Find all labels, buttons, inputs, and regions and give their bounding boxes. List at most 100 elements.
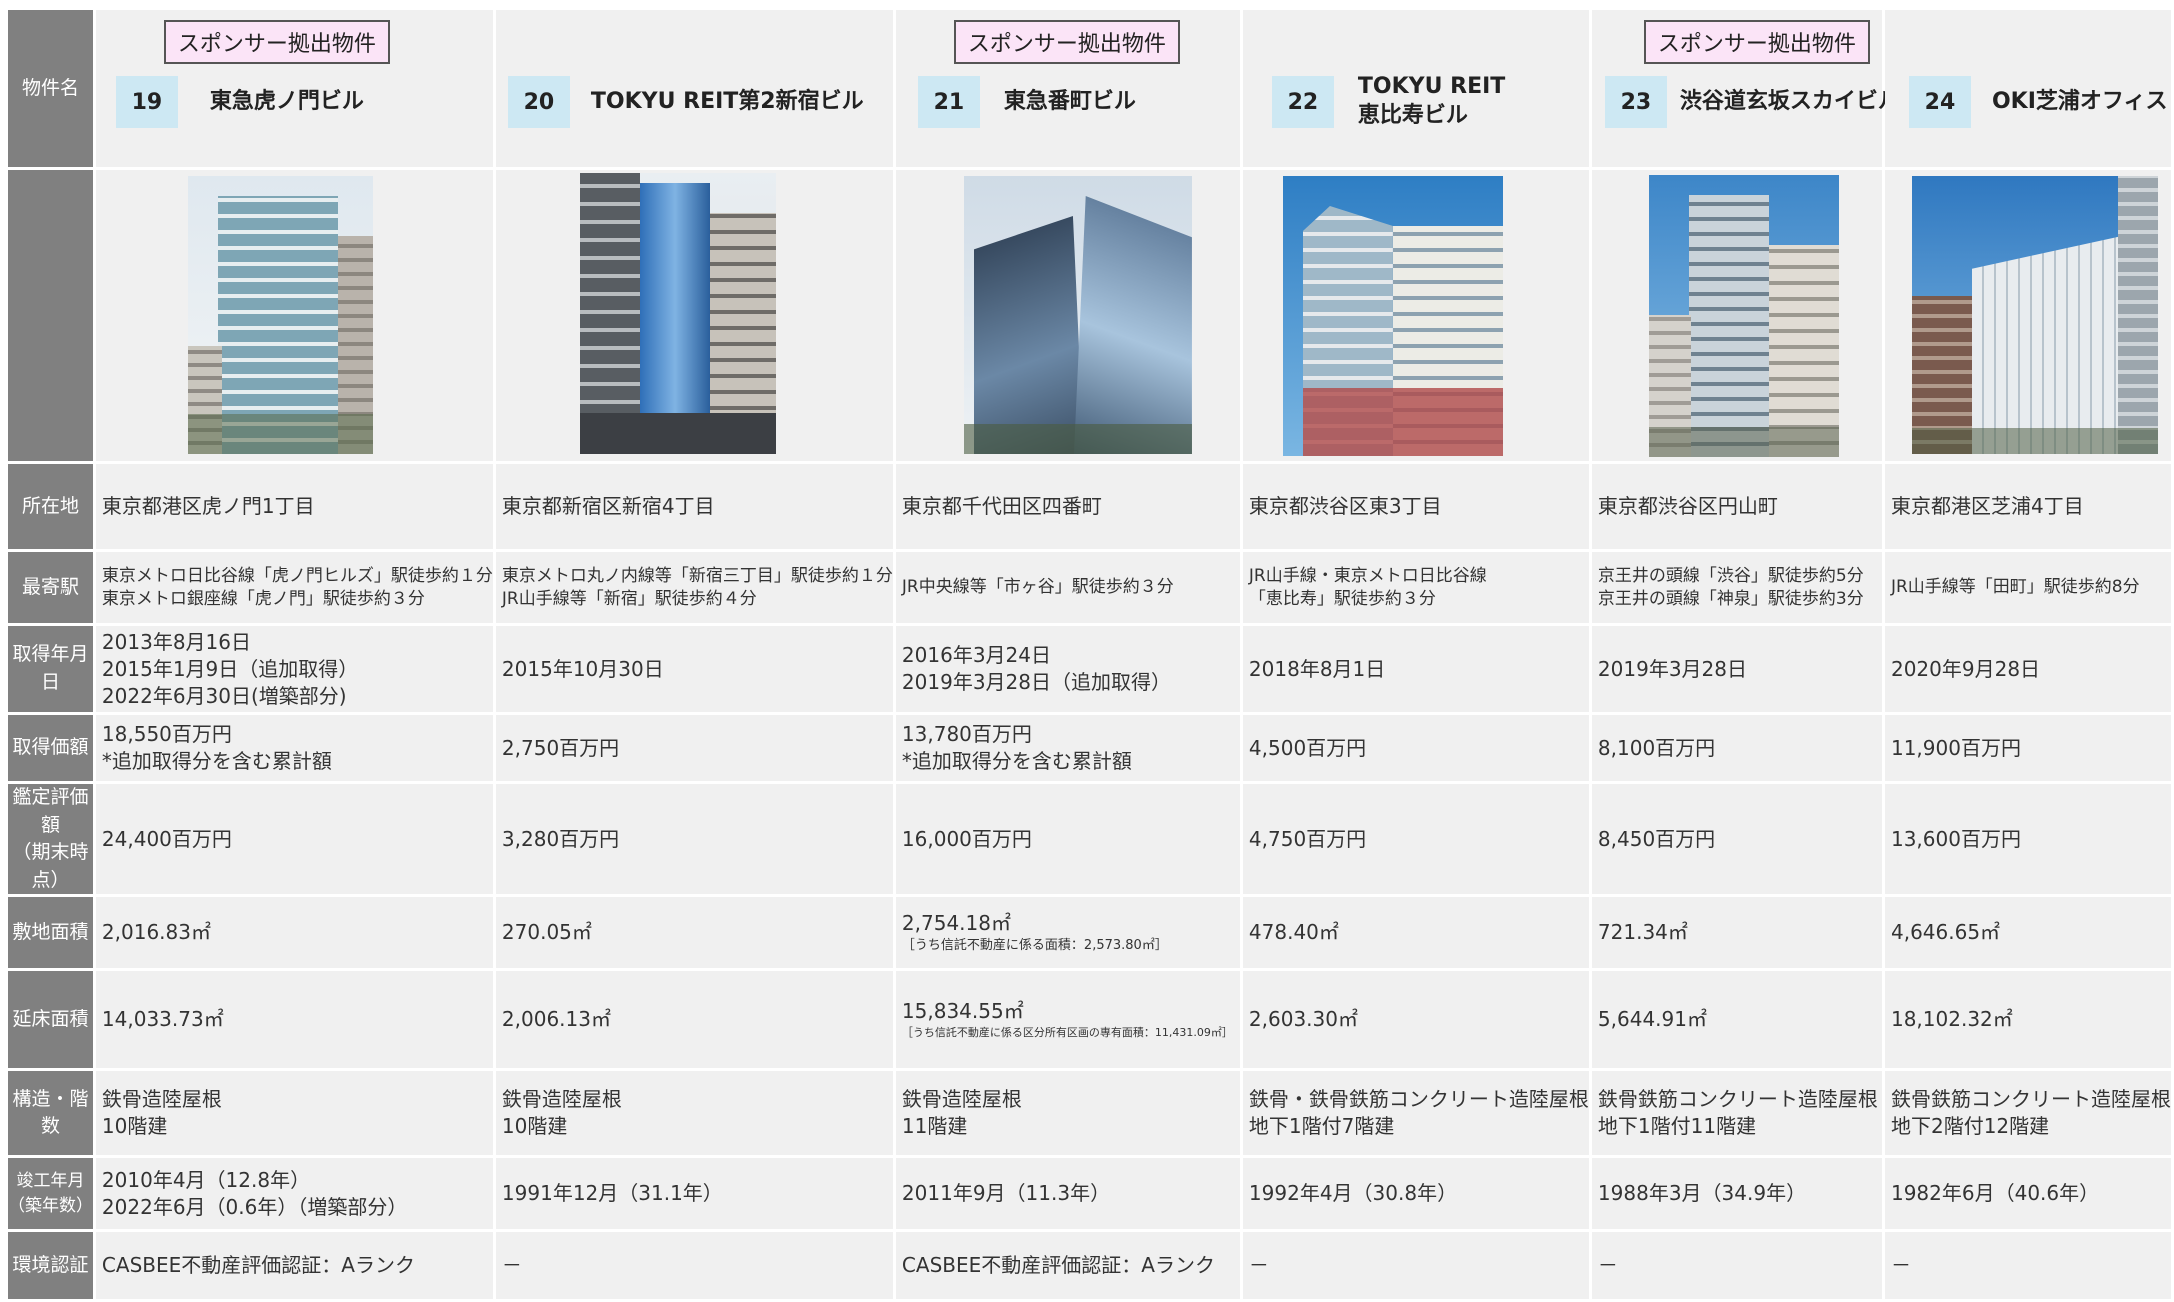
photo-cell-21 (895, 170, 1243, 464)
row-location: 所在地 東京都港区虎ノ門1丁目 東京都新宿区新宿4丁目 東京都千代田区四番町 東… (8, 464, 2174, 552)
label-station: 最寄駅 (8, 552, 96, 626)
property-number: 21 (917, 76, 980, 128)
land-area-cell: 2,016.83㎡ (95, 897, 496, 972)
acq-price-cell: 11,900百万円 (1884, 715, 2174, 784)
land-area-cell: 721.34㎡ (1591, 897, 1885, 972)
location-cell: 東京都渋谷区東3丁目 (1242, 464, 1592, 552)
env-cert-cell: － (1884, 1232, 2174, 1302)
structure-cell: 鉄骨造陸屋根 10階建 (95, 1071, 496, 1159)
row-acq-date: 取得年月日 2013年8月16日 2015年1月9日（追加取得） 2022年6月30… (8, 626, 2174, 715)
acq-date-cell: 2016年3月24日 2019年3月28日（追加取得） (895, 626, 1243, 715)
station-cell: JR中央線等「市ヶ谷」駅徒歩約３分 (895, 552, 1243, 626)
structure-cell: 鉄骨造陸屋根 10階建 (495, 1071, 896, 1159)
property-overview-sheet: 物件名 スポンサー拠出物件 19 東急虎ノ門ビル 20 TOKYU REIT第2… (0, 0, 2174, 1302)
photo-cell-20 (495, 170, 896, 464)
structure-cell: 鉄骨鉄筋コンクリート造陸屋根 地下2階付12階建 (1884, 1071, 2174, 1159)
building-photo (1911, 176, 2158, 454)
label-env-cert: 環境認証 (8, 1232, 96, 1302)
property-name: TOKYU REIT第2新宿ビル (590, 88, 864, 114)
completion-cell: 2011年9月（11.3年） (895, 1158, 1243, 1233)
acq-date-cell: 2020年9月28日 (1884, 626, 2174, 715)
property-number: 22 (1271, 76, 1334, 128)
location-cell: 東京都渋谷区円山町 (1591, 464, 1885, 552)
building-photo (1648, 175, 1839, 457)
floor-area-cell: 5,644.91㎡ (1591, 971, 1885, 1072)
acq-date-cell: 2015年10月30日 (495, 626, 896, 715)
label-location: 所在地 (8, 464, 96, 552)
land-area-cell: 270.05㎡ (495, 897, 896, 972)
property-number: 20 (507, 76, 570, 128)
property-number: 24 (1908, 76, 1971, 128)
property-header-19: スポンサー拠出物件 19 東急虎ノ門ビル (95, 10, 496, 170)
land-area-note: ［うち信託不動産に係る面積：2,573.80㎡］ (901, 938, 1168, 954)
row-completion: 竣工年月（築年数） 2010年4月（12.8年） 2022年6月（0.6年）（増築… (8, 1158, 2174, 1233)
row-land-area: 敷地面積 2,016.83㎡ 270.05㎡ 2,754.18㎡ ［うち信託不動産… (8, 897, 2174, 972)
completion-cell: 1992年4月（30.8年） (1242, 1158, 1592, 1233)
property-number: 23 (1604, 76, 1667, 128)
photo-cell-24 (1884, 170, 2174, 464)
floor-area-note: ［うち信託不動産に係る区分所有区画の専有面積：11,431.09㎡］ (901, 1026, 1233, 1040)
env-cert-cell: － (1242, 1232, 1592, 1302)
photo-cell-19 (95, 170, 496, 464)
env-cert-cell: CASBEE不動産評価認証：Aランク (95, 1232, 496, 1302)
acq-date-cell: 2013年8月16日 2015年1月9日（追加取得） 2022年6月30日(増築部分… (95, 626, 496, 715)
photo-cell-22 (1242, 170, 1592, 464)
acq-price-cell: 8,100百万円 (1591, 715, 1885, 784)
land-area-cell: 2,754.18㎡ ［うち信託不動産に係る面積：2,573.80㎡］ (895, 897, 1243, 972)
appraisal-cell: 16,000百万円 (895, 784, 1243, 898)
label-land-area: 敷地面積 (8, 897, 96, 972)
building-photo (963, 176, 1192, 454)
floor-area-cell: 15,834.55㎡ ［うち信託不動産に係る区分所有区画の専有面積：11,431.… (895, 971, 1243, 1072)
property-header-21: スポンサー拠出物件 21 東急番町ビル (895, 10, 1243, 170)
label-photo (8, 170, 96, 464)
property-name: 東急番町ビル (1003, 88, 1136, 114)
completion-cell: 1982年6月（40.6年） (1884, 1158, 2174, 1233)
label-completion: 竣工年月（築年数） (8, 1158, 96, 1233)
station-cell: 東京メトロ丸ノ内線等「新宿三丁目」駅徒歩約１分 JR山手線等「新宿」駅徒歩約４分 (495, 552, 896, 626)
property-name: OKI芝浦オフィス (1991, 88, 2168, 114)
station-cell: 東京メトロ日比谷線「虎ノ門ヒルズ」駅徒歩約１分 東京メトロ銀座線「虎ノ門」駅徒歩約… (95, 552, 496, 626)
acq-price-cell: 2,750百万円 (495, 715, 896, 784)
row-appraisal: 鑑定評価額 （期末時点） 24,400百万円 3,280百万円 16,000百万円… (8, 784, 2174, 898)
location-cell: 東京都港区虎ノ門1丁目 (95, 464, 496, 552)
label-floor-area: 延床面積 (8, 971, 96, 1072)
location-cell: 東京都港区芝浦4丁目 (1884, 464, 2174, 552)
land-area-cell: 4,646.65㎡ (1884, 897, 2174, 972)
env-cert-cell: － (1591, 1232, 1885, 1302)
label-appraisal: 鑑定評価額 （期末時点） (8, 784, 96, 898)
acq-price-cell: 18,550百万円 *追加取得分を含む累計額 (95, 715, 496, 784)
location-cell: 東京都新宿区新宿4丁目 (495, 464, 896, 552)
floor-area-cell: 14,033.73㎡ (95, 971, 496, 1072)
building-photo (579, 173, 776, 454)
env-cert-cell: － (495, 1232, 896, 1302)
appraisal-cell: 13,600百万円 (1884, 784, 2174, 898)
building-photo (187, 176, 373, 454)
sponsor-badge: スポンサー拠出物件 (953, 20, 1180, 64)
row-structure: 構造・階数 鉄骨造陸屋根 10階建 鉄骨造陸屋根 10階建 鉄骨造陸屋根 11階建 鉄… (8, 1071, 2174, 1159)
appraisal-cell: 8,450百万円 (1591, 784, 1885, 898)
appraisal-cell: 24,400百万円 (95, 784, 496, 898)
photo-cell-23 (1591, 170, 1885, 464)
label-structure: 構造・階数 (8, 1071, 96, 1159)
property-name: TOKYU REIT 恵比寿ビル (1357, 74, 1506, 128)
structure-cell: 鉄骨・鉄骨鉄筋コンクリート造陸屋根 地下1階付7階建 (1242, 1071, 1592, 1159)
floor-area-cell: 18,102.32㎡ (1884, 971, 2174, 1072)
location-cell: 東京都千代田区四番町 (895, 464, 1243, 552)
completion-cell: 1991年12月（31.1年） (495, 1158, 896, 1233)
floor-area-cell: 2,006.13㎡ (495, 971, 896, 1072)
property-header-23: スポンサー拠出物件 23 渋谷道玄坂スカイビル (1591, 10, 1900, 170)
floor-area-cell: 2,603.30㎡ (1242, 971, 1592, 1072)
property-header-20: 20 TOKYU REIT第2新宿ビル (495, 10, 896, 170)
property-header-22: 22 TOKYU REIT 恵比寿ビル (1242, 10, 1592, 170)
row-photo (8, 170, 2174, 464)
land-area-cell: 478.40㎡ (1242, 897, 1592, 972)
row-env-cert: 環境認証 CASBEE不動産評価認証：Aランク － CASBEE不動産評価認証：… (8, 1232, 2174, 1302)
row-floor-area: 延床面積 14,033.73㎡ 2,006.13㎡ 15,834.55㎡ ［うち信… (8, 971, 2174, 1072)
label-name: 物件名 (8, 10, 96, 170)
structure-cell: 鉄骨造陸屋根 11階建 (895, 1071, 1243, 1159)
property-header-24: 24 OKI芝浦オフィス (1884, 10, 2174, 170)
env-cert-cell: CASBEE不動産評価認証：Aランク (895, 1232, 1243, 1302)
row-acq-price: 取得価額 18,550百万円 *追加取得分を含む累計額 2,750百万円 13,7… (8, 715, 2174, 784)
acq-date-cell: 2018年8月1日 (1242, 626, 1592, 715)
completion-cell: 1988年3月（34.9年） (1591, 1158, 1885, 1233)
